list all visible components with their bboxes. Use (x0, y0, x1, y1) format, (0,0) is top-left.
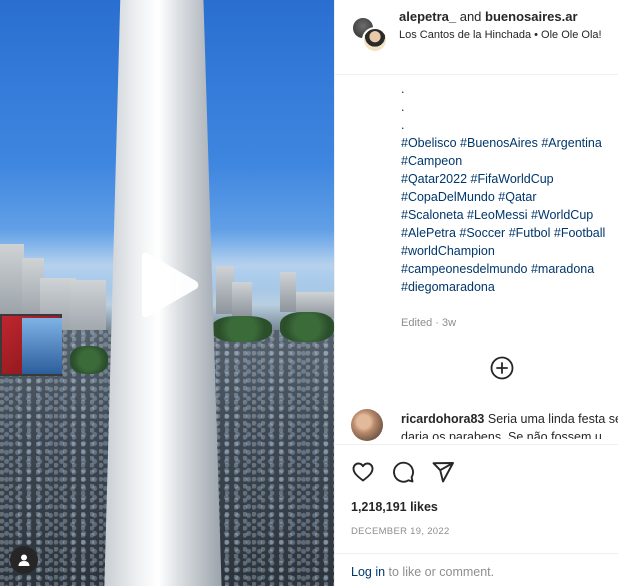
post-sidebar: alepetra_ and buenosaires.ar Los Cantos … (334, 0, 618, 586)
comment-body-line2: daria os parabens. Se não fossem u (401, 430, 602, 439)
heart-icon[interactable] (351, 460, 375, 484)
building (280, 272, 296, 312)
avatar[interactable] (351, 409, 383, 441)
edited-timestamp: Edited · 3w (401, 317, 457, 329)
caption-dot: . (401, 118, 405, 132)
billboard-screen (22, 318, 62, 374)
building (232, 282, 252, 316)
play-icon[interactable] (136, 252, 200, 318)
hashtag-line[interactable]: #worldChampion (401, 242, 618, 260)
like-count[interactable]: 1,218,191 likes (351, 500, 438, 514)
hashtag-line[interactable]: #diegomaradona (401, 278, 618, 296)
user-glyph (18, 554, 30, 566)
login-text: Log in to like or comment. (351, 565, 494, 579)
login-prompt: Log in to like or comment. (335, 553, 618, 586)
user-icon[interactable] (10, 546, 38, 574)
hashtag-line[interactable]: #Obelisco #BuenosAires #Argentina (401, 134, 618, 152)
plus-circle-icon[interactable] (490, 356, 514, 380)
caption-dot: . (401, 82, 405, 96)
hashtag-line[interactable]: #Campeon (401, 152, 618, 170)
hashtag-line[interactable]: #Scaloneta #LeoMessi #WorldCup (401, 206, 618, 224)
post-header: alepetra_ and buenosaires.ar Los Cantos … (335, 0, 618, 75)
comment-item: ricardohora83 Seria uma linda festa se n… (351, 405, 618, 445)
hashtag-line[interactable]: #AlePetra #Soccer #Futbol #Football (401, 224, 618, 242)
comment-text: ricardohora83 Seria uma linda festa se n… (401, 411, 618, 427)
hashtag-line[interactable]: #CopaDelMundo #Qatar (401, 188, 618, 206)
video-player[interactable] (0, 0, 334, 586)
post-date: DECEMBER 19, 2022 (351, 526, 450, 537)
author-link[interactable]: buenosaires.ar (485, 9, 578, 24)
caption: . . . #Obelisco #BuenosAires #Argentina … (401, 80, 618, 296)
author-names: alepetra_ and buenosaires.ar (399, 9, 578, 24)
audio-track-link[interactable]: Los Cantos de la Hinchada • Ole Ole Ola! (399, 28, 609, 43)
hashtag-line[interactable]: #campeonesdelmundo #maradona (401, 260, 618, 278)
comment-body: Seria uma linda festa se não fossem os (487, 412, 618, 426)
trees (280, 312, 334, 342)
login-rest: to like or comment. (385, 565, 495, 579)
comment-username[interactable]: ricardohora83 (401, 412, 484, 426)
author-separator: and (459, 9, 482, 24)
trees (70, 346, 108, 374)
comment-icon[interactable] (391, 460, 415, 484)
post-dialog: alepetra_ and buenosaires.ar Los Cantos … (0, 0, 618, 586)
author-link[interactable]: alepetra_ (399, 9, 456, 24)
hashtag-line[interactable]: #Qatar2022 #FifaWorldCup (401, 170, 618, 188)
trees (212, 316, 272, 342)
action-bar (335, 444, 618, 496)
login-link[interactable]: Log in (351, 565, 385, 579)
send-icon[interactable] (431, 460, 455, 484)
author-avatars[interactable] (351, 16, 388, 53)
caption-dot: . (401, 100, 405, 114)
avatar[interactable] (362, 27, 388, 53)
